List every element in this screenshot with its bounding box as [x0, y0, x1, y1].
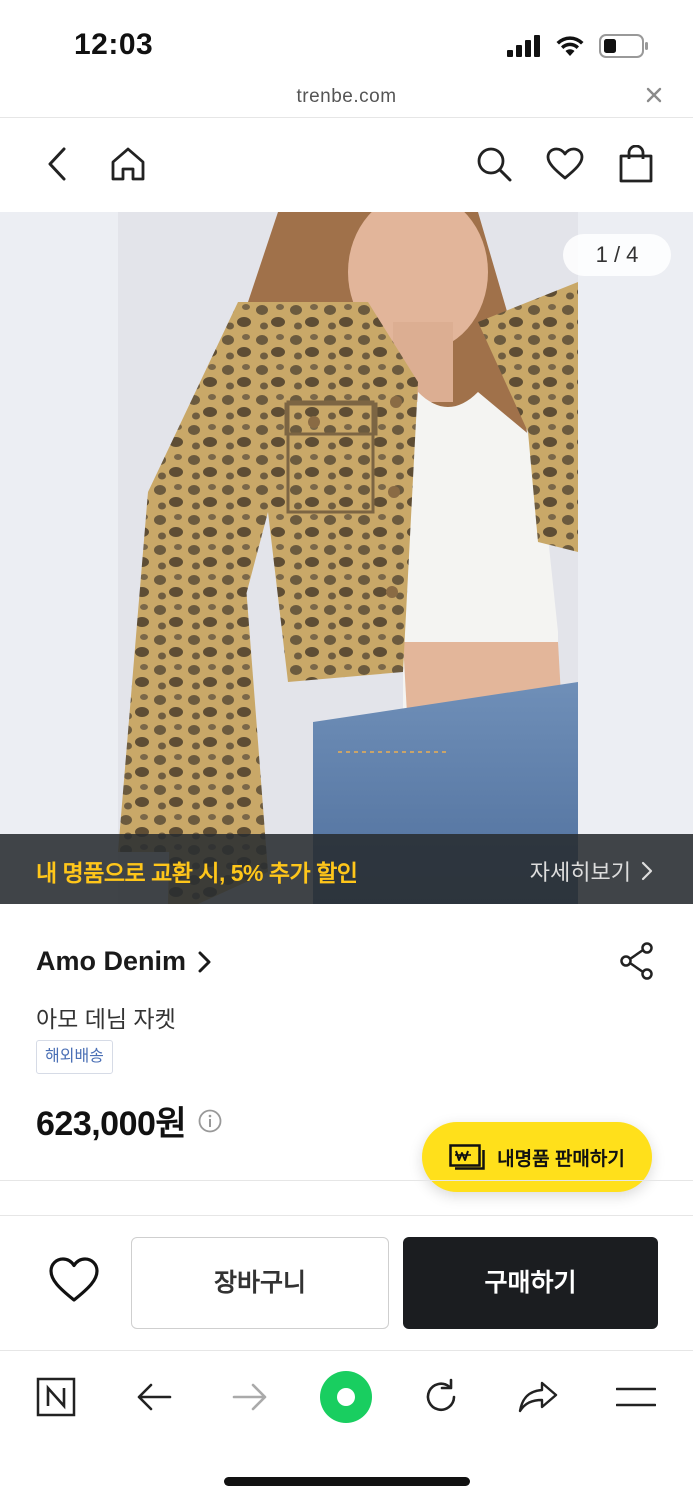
- wifi-icon: [556, 36, 584, 56]
- promo-more-label: 자세히보기: [529, 860, 631, 885]
- browser-toolbar: [0, 1350, 693, 1450]
- product-photo-illustration: [118, 212, 578, 904]
- wishlist-button[interactable]: [545, 144, 585, 184]
- divider: [0, 1215, 693, 1216]
- home-button[interactable]: [108, 144, 148, 184]
- buy-now-button[interactable]: 구매하기: [403, 1237, 658, 1329]
- forward-icon: [232, 1383, 267, 1411]
- reload-button[interactable]: [411, 1371, 471, 1423]
- back-arrow-icon: [137, 1383, 172, 1411]
- battery-icon: [599, 34, 648, 58]
- status-bar: 12:03: [0, 0, 693, 88]
- share-arrow-icon: [518, 1381, 558, 1413]
- brand-name: Amo Denim: [36, 946, 187, 976]
- heart-icon[interactable]: [48, 1255, 100, 1305]
- green-dot-button[interactable]: [316, 1371, 376, 1423]
- overseas-shipping-badge: 해외배송: [36, 1040, 113, 1074]
- menu-icon: [616, 1387, 656, 1407]
- chevron-right-icon: [641, 861, 653, 881]
- product-price: 623,000원: [36, 1105, 187, 1143]
- product-image-gallery[interactable]: 1 / 4: [0, 212, 693, 904]
- naver-home-button[interactable]: [26, 1371, 86, 1423]
- close-icon[interactable]: [643, 84, 665, 106]
- heart-icon: [546, 147, 584, 180]
- home-icon: [111, 147, 145, 181]
- promo-banner[interactable]: 내 명품으로 교환 시, 5% 추가 할인 자세히보기: [0, 834, 693, 904]
- share-icon[interactable]: [619, 942, 655, 980]
- chevron-right-icon: [198, 951, 211, 972]
- product-name: 아모 데님 자켓: [36, 1006, 176, 1032]
- search-button[interactable]: [474, 144, 514, 184]
- image-counter: 1 / 4: [563, 234, 671, 276]
- price-row: 623,000원: [36, 1096, 222, 1145]
- status-time: 12:03: [74, 28, 154, 61]
- shopping-bag-button[interactable]: [616, 144, 656, 184]
- won-card-icon: [449, 1144, 485, 1170]
- url-bar[interactable]: trenbe.com: [0, 80, 693, 118]
- brand-link[interactable]: Amo Denim: [36, 946, 212, 977]
- reload-icon: [426, 1378, 456, 1412]
- search-icon: [477, 147, 512, 182]
- cellular-signal-icon: [507, 35, 540, 57]
- green-dot-icon: [320, 1371, 372, 1423]
- promo-more-link[interactable]: 자세히보기: [530, 855, 653, 887]
- browser-forward-button[interactable]: [220, 1371, 280, 1423]
- browser-back-button[interactable]: [124, 1371, 184, 1423]
- url-domain: trenbe.com: [296, 86, 397, 107]
- site-header: [0, 118, 693, 212]
- menu-button[interactable]: [606, 1371, 666, 1423]
- add-to-cart-button[interactable]: 장바구니: [131, 1237, 389, 1329]
- back-icon: [48, 147, 66, 181]
- divider: [0, 1180, 693, 1181]
- bag-icon: [619, 145, 653, 183]
- sell-button-label: 내명품 판매하기: [497, 1148, 625, 1170]
- home-indicator: [224, 1477, 470, 1486]
- back-button[interactable]: [38, 144, 78, 184]
- promo-text: 내 명품으로 교환 시, 5% 추가 할인: [36, 860, 358, 886]
- naver-n-icon: [36, 1377, 76, 1417]
- sell-my-luxury-button[interactable]: 내명품 판매하기: [422, 1122, 652, 1192]
- info-icon[interactable]: [198, 1109, 222, 1133]
- product-photo: [118, 212, 578, 904]
- status-icons: [507, 34, 649, 58]
- share-page-button[interactable]: [508, 1371, 568, 1423]
